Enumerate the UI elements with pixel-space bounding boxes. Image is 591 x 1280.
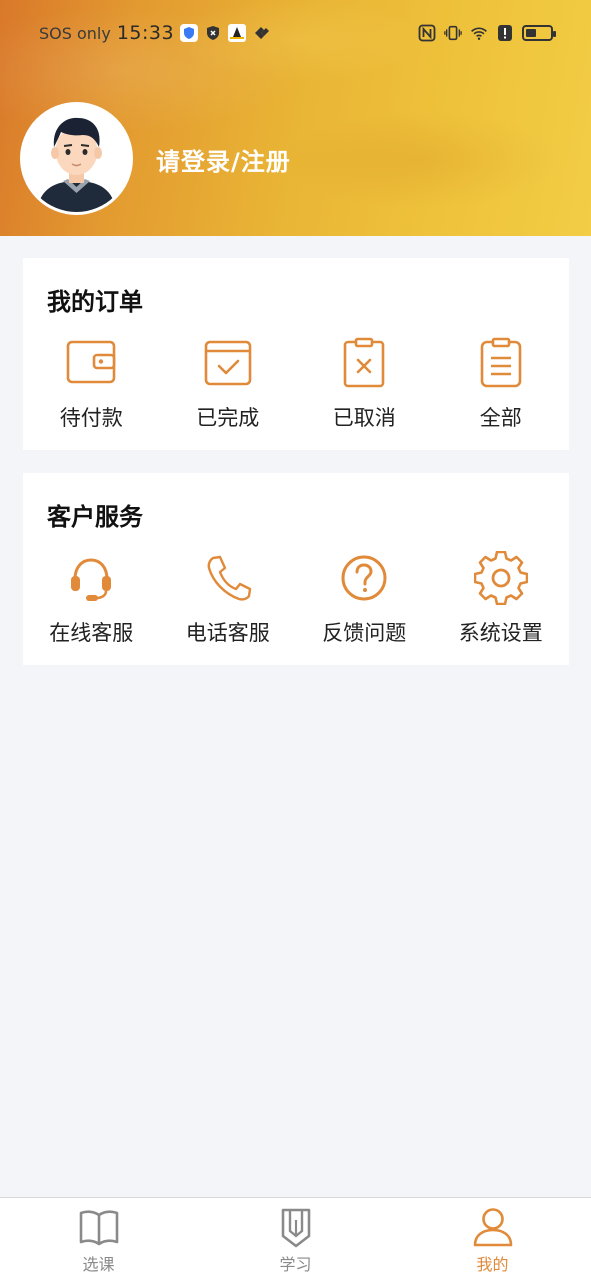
- order-completed-label: 已完成: [196, 406, 260, 430]
- book-icon: [78, 1206, 120, 1248]
- calendar-check-icon: [201, 336, 255, 390]
- system-settings-label: 系统设置: [458, 621, 543, 645]
- avatar[interactable]: [20, 102, 133, 215]
- orders-title: 我的订单: [47, 288, 143, 316]
- wifi-icon: [470, 24, 488, 42]
- person-icon: [472, 1206, 514, 1248]
- feedback[interactable]: 反馈问题: [296, 551, 433, 651]
- order-pending-payment[interactable]: 待付款: [23, 336, 160, 436]
- login-register-link[interactable]: 请登录/注册: [156, 142, 291, 177]
- tab-study-label: 学习: [279, 1255, 312, 1274]
- status-bar: SOS only 15:33: [0, 0, 591, 66]
- headset-icon: [64, 551, 118, 605]
- tab-mine-label: 我的: [476, 1255, 509, 1274]
- system-settings[interactable]: 系统设置: [433, 551, 570, 651]
- pencil-icon: [275, 1206, 317, 1248]
- clock-text: 15:33: [116, 22, 175, 44]
- tab-course-selection[interactable]: 选课: [0, 1198, 197, 1280]
- order-cancelled-label: 已取消: [332, 406, 396, 430]
- tab-course-label: 选课: [82, 1255, 115, 1274]
- heart-app-icon: [252, 24, 270, 42]
- order-pending-label: 待付款: [59, 406, 123, 430]
- shield-app-icon: [180, 24, 199, 42]
- vibrate-icon: [444, 24, 462, 42]
- clipboard-list-icon: [474, 336, 528, 390]
- carrier-text: SOS only: [39, 23, 111, 43]
- order-all-label: 全部: [479, 406, 522, 430]
- clipboard-x-icon: [337, 336, 391, 390]
- online-support-label: 在线客服: [49, 621, 134, 645]
- order-cancelled[interactable]: 已取消: [296, 336, 433, 436]
- online-support[interactable]: 在线客服: [23, 551, 160, 651]
- shield-x-icon: [204, 24, 222, 42]
- service-title: 客户服务: [47, 503, 143, 531]
- my-orders-card: 我的订单 待付款 已完成 已取消 全部: [23, 258, 569, 450]
- feedback-label: 反馈问题: [322, 621, 407, 645]
- user-avatar-illustration: [23, 105, 130, 212]
- nfc-icon: [418, 24, 436, 42]
- orders-grid: 待付款 已完成 已取消 全部: [23, 336, 569, 436]
- boat-app-icon: [228, 24, 247, 42]
- profile-header: SOS only 15:33 请登录/注册: [0, 0, 591, 236]
- service-grid: 在线客服 电话客服 反馈问题 系统设置: [23, 551, 569, 651]
- battery-icon: [522, 25, 556, 41]
- phone-icon: [201, 551, 255, 605]
- bottom-tab-bar: 选课 学习 我的: [0, 1197, 591, 1280]
- tab-study[interactable]: 学习: [197, 1198, 394, 1280]
- customer-service-card: 客户服务 在线客服 电话客服 反馈问题 系统设置: [23, 473, 569, 665]
- order-completed[interactable]: 已完成: [160, 336, 297, 436]
- wallet-icon: [64, 336, 118, 390]
- gear-icon: [473, 551, 528, 605]
- tab-mine[interactable]: 我的: [394, 1198, 591, 1280]
- question-circle-icon: [337, 551, 391, 605]
- order-all[interactable]: 全部: [433, 336, 570, 436]
- phone-support-label: 电话客服: [185, 621, 270, 645]
- alert-icon: [496, 24, 514, 42]
- phone-support[interactable]: 电话客服: [160, 551, 297, 651]
